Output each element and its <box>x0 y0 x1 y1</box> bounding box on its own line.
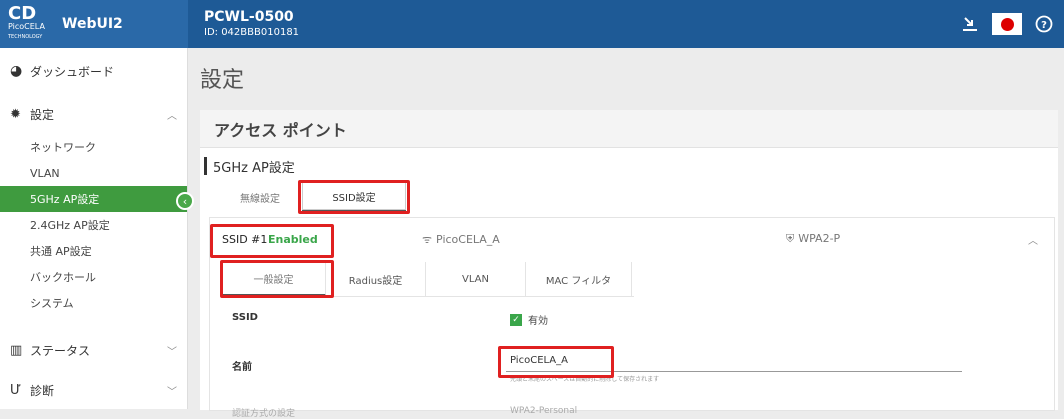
logo[interactable]: CD PicoCELA TECHNOLOGY WebUI2 <box>0 0 188 48</box>
help-icon[interactable]: ? <box>1032 12 1056 36</box>
ssid-security: ⛨ WPA2-P <box>786 232 841 245</box>
chevron-down-icon: ﹀ <box>167 346 177 358</box>
sidebar-item-vlan[interactable]: VLAN <box>0 160 187 186</box>
ssid-enabled-checkbox[interactable]: ✓ 有効 <box>510 312 548 327</box>
section-title: 5GHz AP設定 <box>204 156 295 176</box>
ssid-card: SSID #1 Enabled ᯤ PicoCELA_A ⛨ WPA2-P ︿ 一般… <box>210 218 1054 419</box>
sidebar-item-label: ダッシュボード <box>30 64 115 79</box>
tab-radio-settings[interactable]: 無線設定 <box>218 182 302 212</box>
gear-icon: ✹ <box>10 106 21 122</box>
form-row-ssid: SSID ✓ 有効 <box>210 312 1054 332</box>
sidebar-group-diagnostics[interactable]: Ư 診断 ﹀ <box>0 370 187 410</box>
access-point-panel: アクセス ポイント 5GHz AP設定 無線設定 SSID設定 SSID #1 … <box>200 110 1058 419</box>
device-info: PCWL-0500 ID: 042BBB010181 <box>204 8 299 40</box>
stethoscope-icon: Ư <box>10 382 22 398</box>
name-hint: 先頭と末尾のスペースは自動的に削除して保存されます <box>510 376 660 383</box>
sidebar-item-backhaul[interactable]: バックホール <box>0 264 187 290</box>
sidebar-item-label: 設定 <box>30 107 55 122</box>
sidebar-item-label: ステータス <box>30 343 91 358</box>
tab-radius[interactable]: Radius設定 <box>326 262 426 296</box>
device-name: PCWL-0500 <box>204 9 294 25</box>
tab-general[interactable]: 一般設定 <box>222 262 326 296</box>
bar-chart-icon: ▥ <box>10 342 23 358</box>
sidebar-item-common-ap[interactable]: 共通 AP設定 <box>0 238 187 264</box>
language-flag-icon[interactable] <box>992 13 1022 35</box>
auth-value[interactable]: WPA2-Personal <box>510 406 577 416</box>
ssid-label: SSID <box>232 312 258 323</box>
ssid-status: Enabled <box>268 232 318 246</box>
sidebar-item-system[interactable]: システム <box>0 290 187 316</box>
page-title: 設定 <box>200 68 245 93</box>
wifi-icon: ᯤ <box>422 232 433 246</box>
name-label: 名前 <box>232 362 252 373</box>
sidebar-item-24ghz-ap[interactable]: 2.4GHz AP設定 <box>0 212 187 238</box>
panel-title: アクセス ポイント <box>200 110 1058 148</box>
sidebar-group-settings[interactable]: ✹ 設定 ︿ <box>0 94 187 134</box>
svg-text:?: ? <box>1041 20 1047 31</box>
app-title: WebUI2 <box>62 16 123 32</box>
sidebar-item-dashboard[interactable]: ◕ ダッシュボード <box>0 48 187 94</box>
ssid-name: ᯤ PicoCELA_A <box>422 232 500 246</box>
chevron-up-icon: ︿ <box>167 110 177 122</box>
checkbox-checked-icon: ✓ <box>510 313 522 326</box>
form-row-name: 名前 PicoCELA_A 先頭と末尾のスペースは自動的に削除して保存されます <box>210 346 1054 390</box>
ssid-name-input[interactable]: PicoCELA_A <box>506 350 962 372</box>
tab-ssid-settings[interactable]: SSID設定 <box>302 182 406 212</box>
device-id: ID: 042BBB010181 <box>204 27 300 38</box>
ssid-number: SSID #1 <box>222 232 268 246</box>
sidebar-item-5ghz-ap[interactable]: 5GHz AP設定 <box>0 186 187 212</box>
picocela-logo-icon: CD PicoCELA TECHNOLOGY <box>8 3 45 41</box>
ap-tabs: 無線設定 SSID設定 <box>218 182 406 212</box>
sidebar: ◕ ダッシュボード ✹ 設定 ︿ ネットワーク VLAN 5GHz AP設定 2… <box>0 48 194 410</box>
ssid-card-header[interactable]: SSID #1 Enabled ᯤ PicoCELA_A ⛨ WPA2-P ︿ <box>210 218 1054 260</box>
shield-icon: ⛨ <box>786 232 795 245</box>
auth-label: 認証方式の設定 <box>232 409 296 419</box>
chevron-down-icon: ﹀ <box>167 386 177 398</box>
sidebar-item-network[interactable]: ネットワーク <box>0 134 187 160</box>
chevron-up-icon[interactable]: ︿ <box>1028 232 1038 247</box>
tab-mac-filter[interactable]: MAC フィルタ <box>526 262 632 296</box>
download-icon[interactable] <box>958 12 982 36</box>
tab-vlan[interactable]: VLAN <box>426 262 526 296</box>
ssid-tabs: 一般設定 Radius設定 VLAN MAC フィルタ <box>222 262 634 297</box>
sidebar-group-status[interactable]: ▥ ステータス ﹀ <box>0 330 187 370</box>
dashboard-icon: ◕ <box>10 63 23 79</box>
main-content: 設定 アクセス ポイント 5GHz AP設定 無線設定 SSID設定 SSID … <box>188 48 1064 419</box>
sidebar-item-label: 診断 <box>30 383 55 398</box>
top-bar: CD PicoCELA TECHNOLOGY WebUI2 PCWL-0500 … <box>0 0 1064 48</box>
